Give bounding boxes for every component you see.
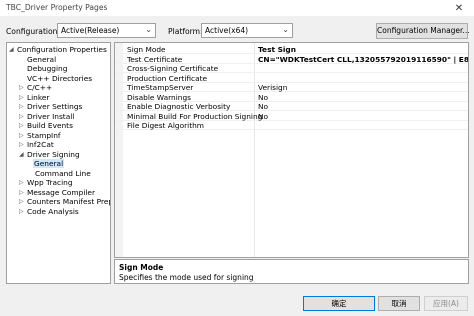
property-name: Test Certificate — [127, 54, 183, 64]
chevron-down-icon: ⌄ — [145, 25, 152, 34]
configuration-manager-button[interactable]: Configuration Manager... — [376, 23, 470, 39]
collapsed-arrow-icon[interactable]: ▷ — [19, 131, 24, 140]
tree-item-command-line[interactable]: Command Line — [35, 169, 91, 178]
close-icon[interactable]: ✕ — [444, 0, 474, 17]
platform-value: Active(x64) — [205, 26, 249, 35]
property-row-sign-mode[interactable]: Sign Mode Test Sign — [115, 45, 468, 55]
property-row-disable-warnings[interactable]: Disable Warnings No — [115, 92, 468, 102]
property-value[interactable]: No — [258, 93, 268, 102]
title-bar: TBC_Driver Property Pages ✕ — [0, 0, 474, 17]
collapsed-arrow-icon[interactable]: ▷ — [19, 121, 24, 130]
cancel-button[interactable]: 取消 — [378, 296, 420, 311]
tree-item-driver-signing-general[interactable]: General — [33, 159, 64, 168]
property-name: Production Certificate — [127, 73, 208, 83]
configuration-value: Active(Release) — [61, 26, 120, 35]
property-value[interactable]: Verisign — [258, 83, 287, 92]
property-name: TimeStampServer — [127, 83, 194, 92]
property-tree: ◢ Configuration Properties General Debug… — [6, 42, 111, 284]
property-row-cross-signing-certificate[interactable]: Cross-Signing Certificate — [115, 64, 468, 74]
tree-item-debugging[interactable]: Debugging — [27, 64, 67, 73]
collapsed-arrow-icon[interactable]: ▷ — [19, 112, 24, 121]
property-grid: Sign Mode Test Sign Test Certificate CN=… — [114, 42, 469, 258]
ok-button[interactable]: 确定 — [303, 296, 375, 311]
property-name: Disable Warnings — [127, 92, 191, 102]
description-title: Sign Mode — [119, 263, 164, 272]
property-name: Minimal Build For Production Signing — [127, 111, 263, 121]
collapsed-arrow-icon[interactable]: ▷ — [19, 178, 24, 187]
property-name: Cross-Signing Certificate — [127, 64, 219, 73]
collapsed-arrow-icon[interactable]: ▷ — [19, 188, 24, 197]
collapsed-arrow-icon[interactable]: ▷ — [19, 83, 24, 92]
chevron-down-icon: ⌄ — [282, 25, 289, 34]
collapsed-arrow-icon[interactable]: ▷ — [19, 93, 24, 102]
collapsed-arrow-icon[interactable]: ▷ — [19, 102, 24, 111]
property-row-timestampserver[interactable]: TimeStampServer Verisign — [115, 83, 468, 93]
tree-item-vc-directories[interactable]: VC++ Directories — [27, 74, 92, 83]
configuration-label: Configuration: — [6, 27, 61, 36]
window-title: TBC_Driver Property Pages — [6, 3, 108, 12]
platform-dropdown[interactable]: Active(x64) ⌄ — [201, 23, 293, 38]
property-value[interactable]: No — [258, 112, 268, 121]
description-text: Specifies the mode used for signing — [119, 273, 254, 282]
property-row-minimal-build[interactable]: Minimal Build For Production Signing No — [115, 111, 468, 121]
property-name: File Digest Algorithm — [127, 121, 204, 130]
property-name: Sign Mode — [127, 45, 166, 54]
collapsed-arrow-icon[interactable]: ▷ — [19, 207, 24, 216]
collapsed-arrow-icon[interactable]: ▷ — [19, 197, 24, 206]
tree-item-general[interactable]: General — [27, 55, 56, 64]
property-row-file-digest-algorithm[interactable]: File Digest Algorithm — [115, 121, 468, 131]
description-pane: Sign Mode Specifies the mode used for si… — [114, 259, 469, 284]
expanded-arrow-icon[interactable]: ◢ — [19, 150, 24, 159]
configuration-dropdown[interactable]: Active(Release) ⌄ — [57, 23, 156, 38]
expanded-arrow-icon[interactable]: ◢ — [9, 45, 14, 54]
platform-label: Platform: — [168, 27, 203, 36]
property-value[interactable]: CN="WDKTestCert CLL,132055792019116590" … — [258, 55, 468, 64]
property-name: Enable Diagnostic Verbosity — [127, 102, 231, 111]
property-row-test-certificate[interactable]: Test Certificate CN="WDKTestCert CLL,132… — [115, 54, 468, 64]
property-row-enable-diagnostic-verbosity[interactable]: Enable Diagnostic Verbosity No — [115, 102, 468, 112]
property-row-production-certificate[interactable]: Production Certificate — [115, 73, 468, 83]
configuration-toolbar: Configuration: Active(Release) ⌄ Platfor… — [0, 17, 474, 45]
property-value[interactable]: No — [258, 102, 268, 111]
property-value[interactable]: Test Sign — [258, 45, 296, 54]
apply-button[interactable]: 应用(A) — [424, 296, 468, 311]
collapsed-arrow-icon[interactable]: ▷ — [19, 140, 24, 149]
